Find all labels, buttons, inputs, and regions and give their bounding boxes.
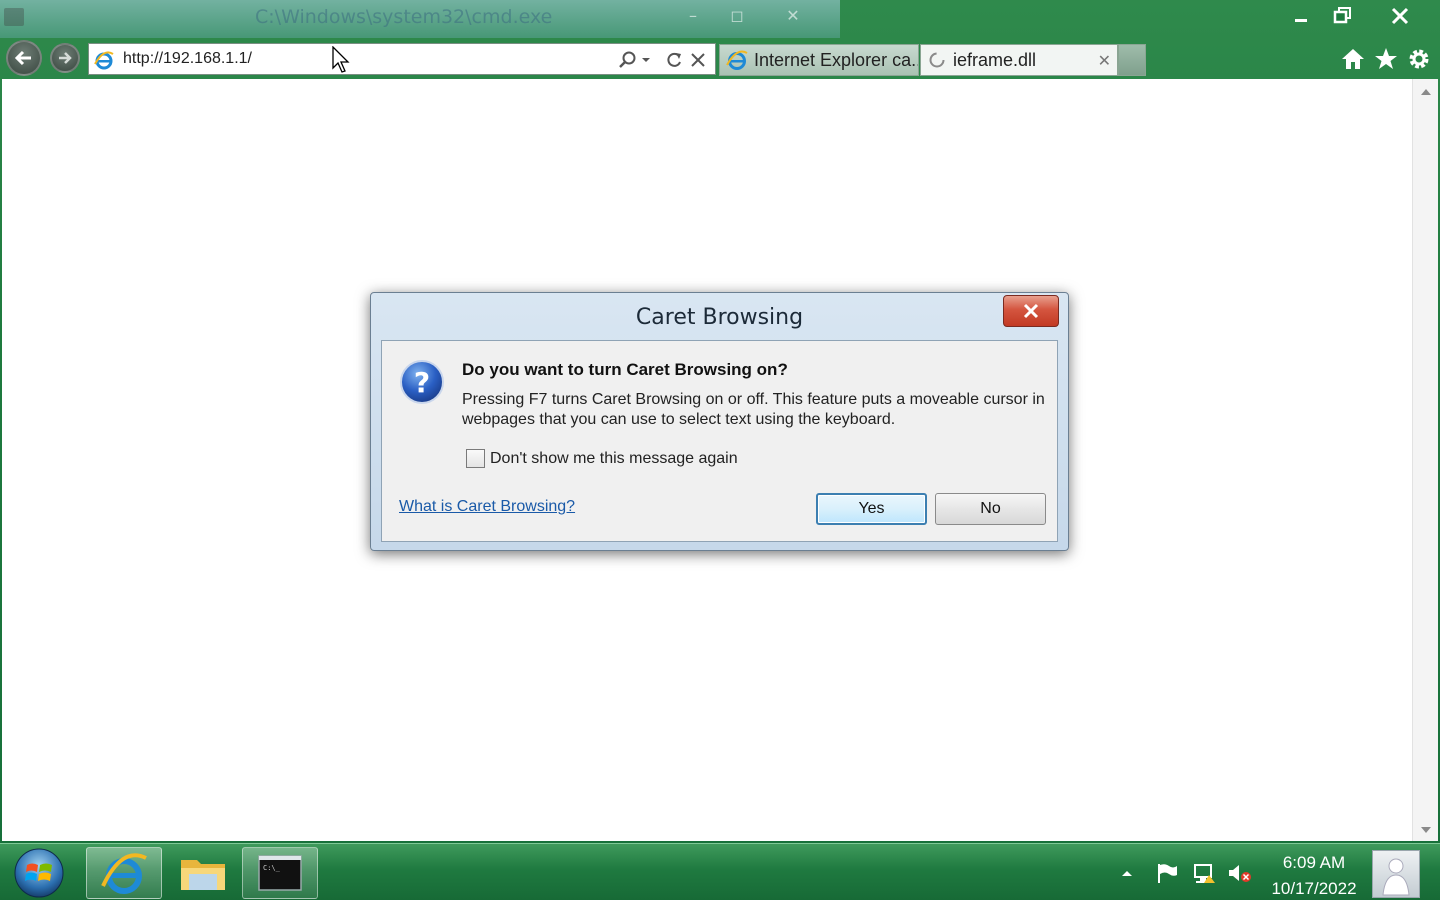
- help-link[interactable]: What is Caret Browsing?: [399, 498, 575, 516]
- clock-time: 6:09 AM: [1282, 853, 1346, 872]
- home-button[interactable]: [1339, 45, 1367, 73]
- checkbox-box[interactable]: [466, 449, 485, 468]
- caret-browsing-dialog: Caret Browsing ? Do you want to turn Car…: [370, 292, 1069, 551]
- dialog-description: Pressing F7 turns Caret Browsing on or o…: [462, 391, 1045, 428]
- yes-button[interactable]: Yes: [816, 493, 927, 525]
- tab-internet-explorer[interactable]: Internet Explorer ca...: [719, 44, 919, 76]
- vertical-scrollbar[interactable]: [1412, 79, 1438, 841]
- gear-icon: [1409, 49, 1429, 69]
- cmd-icon: C:\_: [258, 855, 302, 891]
- taskbar-internet-explorer[interactable]: [86, 847, 162, 899]
- minimize-button[interactable]: [1280, 2, 1322, 30]
- ghost-close-icon: ✕: [786, 6, 800, 25]
- tab-label: ieframe.dll: [953, 49, 1037, 70]
- address-dropdown-button[interactable]: [639, 49, 653, 71]
- ie-icon: [101, 853, 147, 894]
- tab-label: Internet Explorer ca...: [754, 49, 919, 70]
- volume-muted-icon: [1229, 865, 1251, 882]
- action-center-button[interactable]: [1154, 860, 1180, 886]
- ghost-maximize-icon: ◻: [730, 6, 744, 25]
- volume-button[interactable]: [1227, 860, 1253, 886]
- dialog-close-button[interactable]: [1003, 295, 1059, 327]
- minimize-icon: [1295, 19, 1307, 22]
- scroll-down-icon[interactable]: [1421, 827, 1431, 833]
- network-button[interactable]: [1191, 860, 1217, 886]
- svg-text:?: ?: [414, 366, 430, 399]
- no-button[interactable]: No: [935, 493, 1046, 525]
- refresh-button[interactable]: [663, 49, 685, 71]
- search-button[interactable]: [617, 49, 639, 71]
- clock-date: 10/17/2022: [1271, 879, 1357, 898]
- chevron-up-icon: [1122, 871, 1132, 876]
- start-button[interactable]: [12, 847, 66, 899]
- tab-close-icon[interactable]: ✕: [1098, 51, 1111, 71]
- close-icon: [1023, 303, 1039, 319]
- background-cmd-window: C:\Windows\system32\cmd.exe – ◻ ✕: [0, 0, 840, 38]
- dont-show-again-checkbox[interactable]: Don't show me this message again: [466, 449, 738, 468]
- back-button[interactable]: [6, 40, 42, 76]
- cmd-window-icon: [4, 8, 24, 26]
- restore-button[interactable]: [1322, 2, 1364, 30]
- loading-icon: [929, 52, 945, 68]
- window-close-button[interactable]: [1364, 2, 1436, 30]
- show-hidden-icons-button[interactable]: [1114, 860, 1140, 886]
- dialog-body: ? Do you want to turn Caret Browsing on?…: [381, 340, 1058, 542]
- forward-button[interactable]: [50, 43, 80, 73]
- flag-icon: [1158, 864, 1177, 883]
- refresh-icon: [667, 52, 681, 67]
- dialog-heading: Do you want to turn Caret Browsing on?: [462, 360, 788, 379]
- question-icon: ?: [400, 360, 444, 404]
- favorites-button[interactable]: [1372, 45, 1400, 73]
- address-bar[interactable]: http://192.168.1.1/: [88, 43, 716, 75]
- restore-icon: [1333, 7, 1351, 24]
- user-icon: [1382, 858, 1410, 896]
- taskbar-command-prompt[interactable]: C:\_: [242, 847, 318, 899]
- close-icon: [1391, 7, 1409, 25]
- forward-arrow-icon: [59, 52, 72, 64]
- home-icon: [1342, 49, 1364, 69]
- ghost-minimize-icon: –: [689, 6, 697, 25]
- background-window-title: C:\Windows\system32\cmd.exe: [255, 6, 553, 28]
- ie-icon: [726, 50, 748, 70]
- search-icon: [619, 51, 636, 68]
- dialog-title: Caret Browsing: [635, 305, 804, 330]
- taskbar: C:\_ 6:09 AM 10/17/2022: [0, 843, 1440, 900]
- chevron-down-icon: [642, 58, 650, 62]
- new-tab-button[interactable]: [1118, 44, 1146, 76]
- user-tile[interactable]: [1372, 850, 1420, 898]
- scroll-up-icon[interactable]: [1421, 89, 1431, 95]
- svg-text:C:\_: C:\_: [263, 864, 281, 872]
- star-icon: [1375, 48, 1397, 69]
- stop-icon: [691, 53, 705, 67]
- ie-page-icon: [94, 51, 114, 70]
- clock[interactable]: 6:09 AM 10/17/2022: [1262, 850, 1366, 900]
- checkbox-label[interactable]: Don't show me this message again: [490, 450, 738, 468]
- mouse-cursor-icon: [332, 46, 350, 73]
- tools-button[interactable]: [1405, 45, 1433, 73]
- folder-icon: [181, 860, 225, 890]
- network-icon: [1194, 864, 1215, 883]
- back-arrow-icon: [14, 50, 31, 66]
- address-text[interactable]: http://192.168.1.1/: [123, 50, 252, 68]
- taskbar-file-explorer[interactable]: [165, 847, 241, 899]
- stop-button[interactable]: [687, 49, 709, 71]
- tab-ieframe[interactable]: ieframe.dll ✕: [920, 44, 1118, 76]
